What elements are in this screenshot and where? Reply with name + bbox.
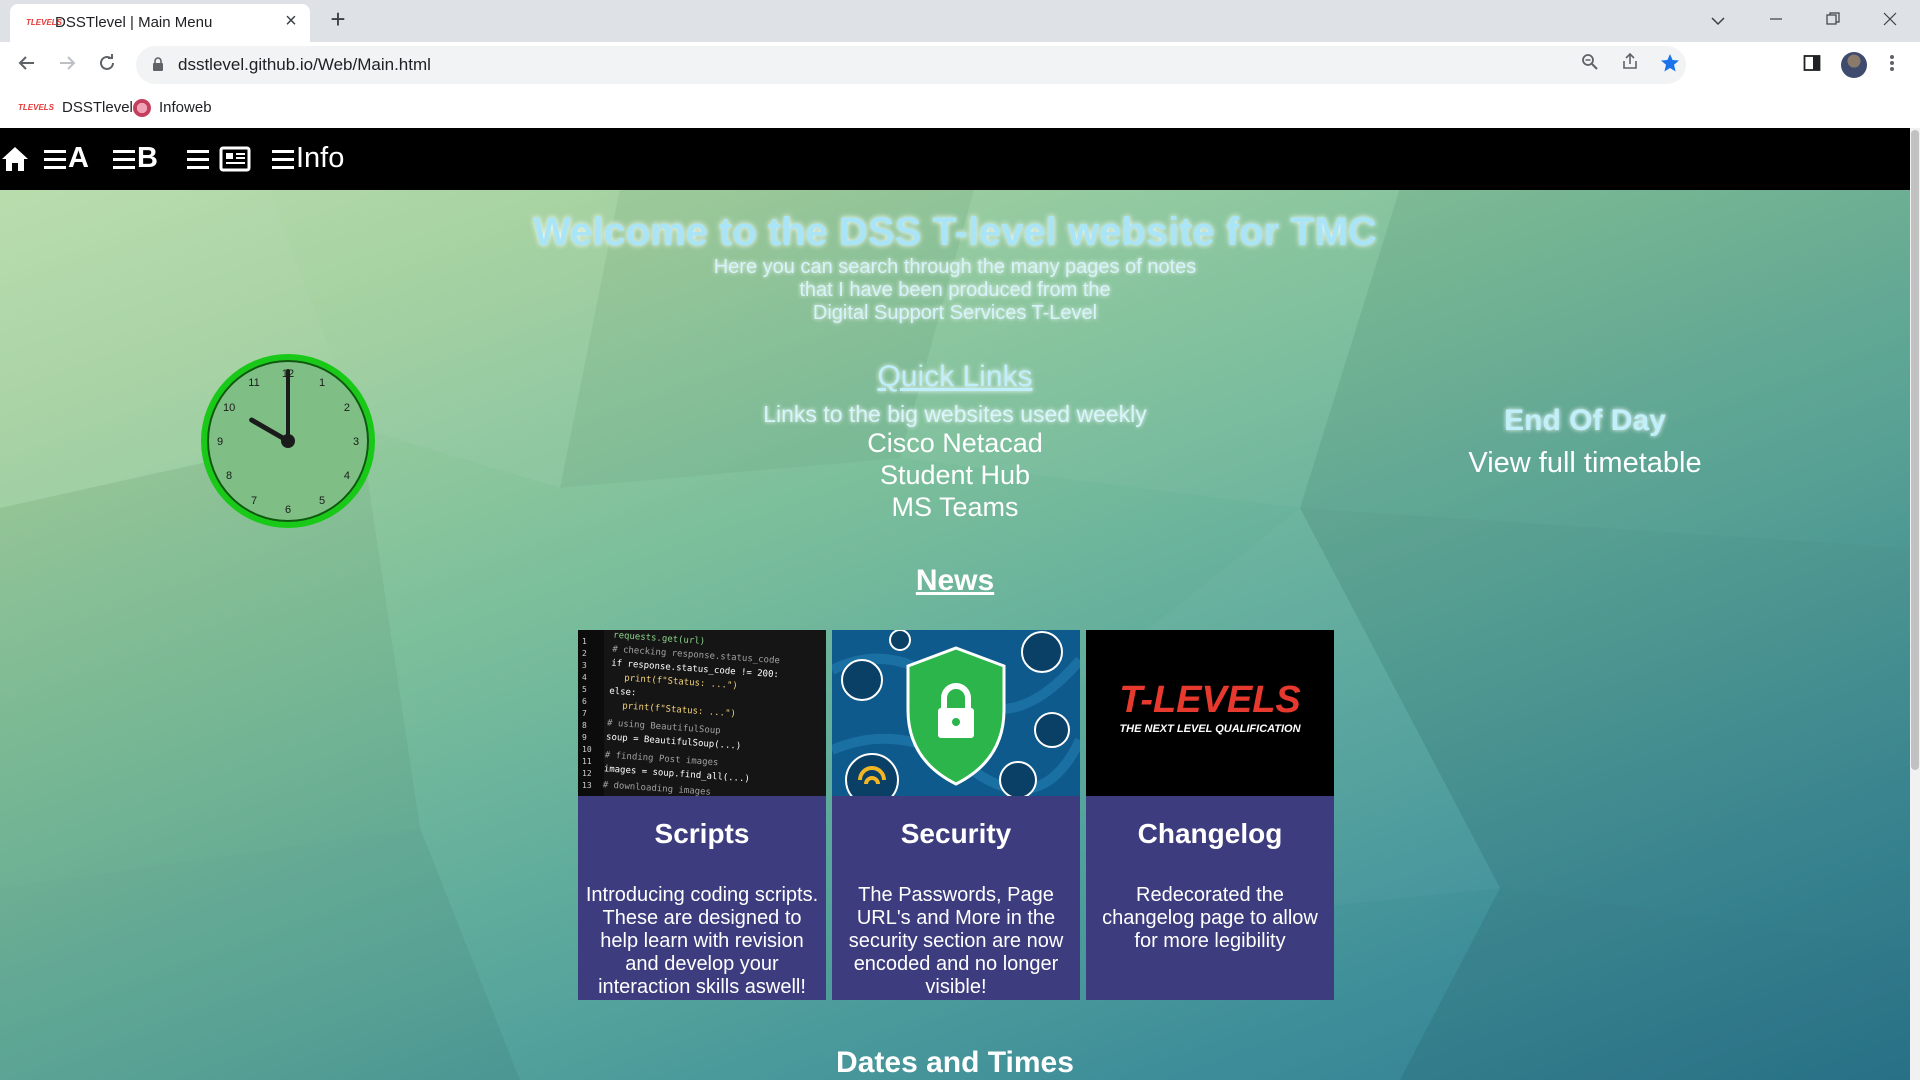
site-navbar: A B Info	[0, 128, 1910, 190]
restore-button[interactable]	[1805, 0, 1861, 40]
tlevels-logo-image: T-LEVELS THE NEXT LEVEL QUALIFICATION	[1086, 630, 1334, 796]
bookmarks-bar: TLEVELS DSSTlevel Infoweb	[0, 88, 1920, 128]
card-text: The Passwords, Page URL's and More in th…	[848, 884, 1064, 998]
svg-text:13: 13	[582, 781, 592, 790]
bookmark-star-icon[interactable]	[1658, 53, 1682, 77]
svg-text:7: 7	[582, 709, 587, 718]
zoom-icon[interactable]	[1578, 53, 1602, 77]
svg-text:6: 6	[582, 697, 587, 706]
browser-toolbar: dsstlevel.github.io/Web/Main.html	[0, 42, 1920, 88]
card-text: Redecorated the changelog page to allow …	[1102, 884, 1318, 952]
hero-line-3: Digital Support Services T-Level	[812, 302, 1098, 324]
svg-text:12: 12	[582, 769, 592, 778]
svg-text:8: 8	[582, 721, 587, 730]
svg-text:10: 10	[582, 745, 592, 754]
quick-link-ms-teams[interactable]: MS Teams	[0, 492, 1910, 523]
news-card-security[interactable]: Security The Passwords, Page URL's and M…	[832, 630, 1080, 1000]
news-title[interactable]: News	[0, 564, 1910, 598]
menu-icon	[113, 150, 135, 170]
hero-line-1: Here you can search through the many pag…	[713, 256, 1197, 278]
hero-line-2: that I have been produced from the	[799, 279, 1111, 301]
svg-text:3: 3	[582, 661, 587, 670]
nav-home[interactable]	[0, 138, 30, 178]
web-page: A B Info Welcome to the DSS T-level webs…	[0, 128, 1910, 1080]
lock-icon	[153, 57, 163, 71]
bookmark-infoweb[interactable]: Infoweb	[133, 96, 212, 120]
scrollbar-thumb[interactable]	[1911, 130, 1919, 770]
browser-tab[interactable]: TLEVELS DSSTlevel | Main Menu ×	[10, 4, 310, 42]
page-title: Welcome to the DSS T-level website for T…	[533, 210, 1377, 254]
tlevels-favicon-icon: TLEVELS	[26, 18, 63, 27]
new-tab-button[interactable]: +	[325, 6, 351, 32]
tlevels-favicon-icon: TLEVELS	[18, 103, 55, 113]
close-tab-icon[interactable]: ×	[280, 10, 302, 32]
news-card-scripts[interactable]: 1 2 3 4 5 6 7 8 9 10 11 12 13 requests.get(url) # ch…	[578, 630, 826, 1000]
svg-text:2: 2	[582, 649, 587, 658]
svg-text:else:: else:	[609, 686, 637, 698]
browser-tab-strip: TLEVELS DSSTlevel | Main Menu × +	[0, 0, 1920, 42]
svg-text:THE NEXT LEVEL QUALIFICATION: THE NEXT LEVEL QUALIFICATION	[1119, 723, 1301, 735]
forward-arrow-icon[interactable]	[52, 50, 82, 80]
page-scrollbar[interactable]	[1910, 128, 1920, 1080]
side-panel-icon[interactable]	[1800, 54, 1824, 78]
menu-icon	[187, 150, 209, 170]
news-card-changelog[interactable]: T-LEVELS THE NEXT LEVEL QUALIFICATION Ch…	[1086, 630, 1334, 1000]
quick-links-title[interactable]: Quick Links	[0, 360, 1910, 394]
bookmark-dsstlevel[interactable]: TLEVELS DSSTlevel	[18, 96, 133, 120]
nav-menu-b[interactable]: B	[113, 138, 158, 178]
reload-icon[interactable]	[92, 50, 122, 80]
card-title: Security	[900, 818, 1012, 849]
card-text: Introducing coding scripts. These are de…	[585, 884, 819, 998]
close-window-button[interactable]	[1862, 0, 1918, 40]
minimize-button[interactable]	[1748, 0, 1804, 40]
card-title: Changelog	[1137, 818, 1283, 849]
svg-text:4: 4	[582, 673, 587, 682]
share-icon[interactable]	[1618, 52, 1642, 77]
svg-text:11: 11	[582, 757, 592, 766]
nav-news[interactable]	[187, 138, 251, 178]
svg-text:1: 1	[582, 637, 587, 646]
home-icon	[2, 147, 28, 172]
profile-avatar[interactable]	[1841, 52, 1867, 78]
code-screenshot-image: 12345678910111213 requests.get(url) # ch…	[578, 630, 826, 796]
infoweb-favicon-icon	[133, 99, 151, 118]
nav-info[interactable]: Info	[272, 138, 344, 178]
svg-text:5: 5	[582, 685, 587, 694]
view-timetable-link[interactable]: View full timetable	[1435, 447, 1735, 480]
card-title: Scripts	[654, 818, 750, 849]
tab-title: DSSTlevel | Main Menu	[55, 14, 213, 31]
kebab-menu-icon[interactable]	[1880, 54, 1904, 78]
tab-search-icon[interactable]	[1690, 0, 1746, 40]
security-shield-image	[832, 630, 1080, 796]
end-of-day-title: End Of Day	[1504, 404, 1666, 437]
svg-text:T-LEVELS: T-LEVELS	[1119, 679, 1301, 721]
newspaper-icon	[219, 146, 251, 172]
svg-text:9: 9	[582, 733, 587, 742]
address-bar[interactable]: dsstlevel.github.io/Web/Main.html	[136, 46, 1686, 84]
url-text: dsstlevel.github.io/Web/Main.html	[178, 55, 431, 74]
menu-icon	[272, 150, 294, 170]
back-arrow-icon[interactable]	[12, 50, 42, 80]
nav-menu-a[interactable]: A	[44, 138, 89, 178]
dates-and-times-title: Dates and Times	[836, 1046, 1074, 1079]
menu-icon	[44, 150, 66, 170]
